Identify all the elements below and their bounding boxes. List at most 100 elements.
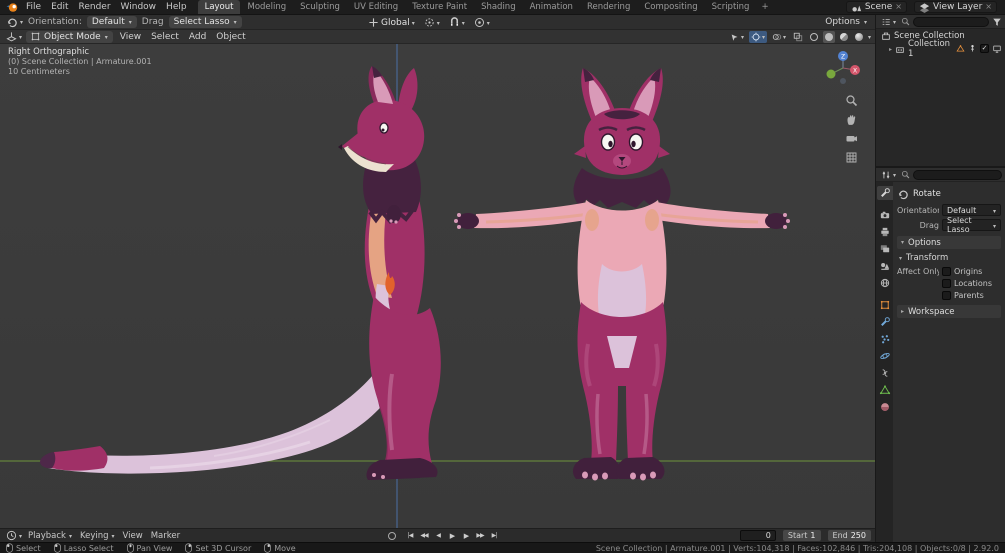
menu-window[interactable]: Window (116, 2, 162, 12)
pan-hand-icon[interactable] (845, 113, 858, 126)
properties-tab-object-data-icon[interactable] (877, 383, 893, 397)
frame-start-field[interactable]: Start 1 (782, 530, 821, 541)
properties-tab-view-layer-icon[interactable] (877, 242, 893, 256)
filter-icon[interactable] (992, 17, 1002, 27)
menu-playback[interactable]: Playback (24, 531, 76, 541)
tab-uv-editing[interactable]: UV Editing (347, 0, 405, 14)
jump-to-end-button[interactable]: ▶| (488, 531, 500, 540)
tab-texture-paint[interactable]: Texture Paint (405, 0, 474, 14)
expand-arrow-icon[interactable] (889, 44, 892, 54)
properties-tab-tool-icon[interactable] (876, 186, 893, 200)
overlays-toggle[interactable] (770, 31, 788, 43)
properties-tab-output-icon[interactable] (877, 225, 893, 239)
menu-render[interactable]: Render (74, 2, 116, 12)
add-workspace-button[interactable]: + (756, 2, 773, 12)
workspace-section-header[interactable]: Workspace (897, 305, 1001, 318)
menu-select[interactable]: Select (146, 32, 184, 42)
pivot-point-dropdown[interactable] (422, 17, 442, 29)
shading-material-button[interactable] (838, 31, 850, 43)
menu-keying[interactable]: Keying (76, 531, 119, 541)
outliner-search-input[interactable] (913, 16, 989, 27)
unlink-scene-icon[interactable] (895, 2, 902, 12)
current-frame-field[interactable]: 0 (739, 530, 776, 541)
tab-compositing[interactable]: Compositing (637, 0, 704, 14)
menu-view[interactable]: View (115, 32, 146, 42)
transform-orientation-dropdown[interactable]: Global (366, 17, 417, 29)
auto-keying-record-button[interactable] (388, 532, 396, 540)
play-reverse-button[interactable]: ▶ (446, 531, 458, 541)
transform-section-header[interactable]: Transform (897, 252, 1001, 264)
drag-dropdown[interactable]: Select Lasso (168, 16, 242, 28)
menu-file[interactable]: File (21, 2, 46, 12)
svg-text:X: X (853, 68, 857, 75)
timeline-editor-dropdown[interactable] (4, 530, 24, 542)
options-dropdown[interactable]: Options (821, 17, 871, 27)
menu-edit[interactable]: Edit (46, 2, 73, 12)
tab-animation[interactable]: Animation (523, 0, 580, 14)
menu-object[interactable]: Object (211, 32, 250, 42)
proportional-editing-dropdown[interactable] (472, 17, 492, 29)
properties-tab-object-icon[interactable] (877, 298, 893, 312)
menu-timeline-view[interactable]: View (119, 531, 147, 541)
properties-tab-physics-icon[interactable] (877, 349, 893, 363)
remove-view-layer-icon[interactable] (985, 2, 992, 12)
shading-solid-button[interactable] (822, 30, 835, 43)
tab-sculpting[interactable]: Sculpting (293, 0, 347, 14)
properties-tab-render-icon[interactable] (877, 208, 893, 222)
outliner-editor-dropdown[interactable] (879, 16, 898, 28)
locations-checkbox[interactable] (942, 279, 951, 288)
viewport-canvas[interactable]: Right Orthographic (0) Scene Collection … (0, 44, 875, 528)
tab-scripting[interactable]: Scripting (705, 0, 757, 14)
toggle-ortho-grid-icon[interactable] (845, 151, 858, 164)
options-section-header[interactable]: Options (897, 236, 1001, 249)
properties-tab-particles-icon[interactable] (877, 332, 893, 346)
active-tool-dropdown[interactable] (4, 16, 25, 28)
navigation-axis-gizmo[interactable]: Z X (823, 48, 863, 88)
frame-end-field[interactable]: End 250 (827, 530, 871, 541)
jump-to-start-button[interactable]: |◀ (404, 531, 416, 540)
play-button[interactable]: ▶ (460, 531, 472, 541)
view-layer-selector[interactable]: View Layer (913, 1, 997, 13)
properties-editor-dropdown[interactable] (879, 169, 898, 181)
menu-help[interactable]: Help (161, 2, 192, 12)
tool-orientation-dropdown[interactable]: Default (942, 204, 1001, 216)
object-visibility-dropdown[interactable] (728, 31, 746, 43)
properties-tab-material-icon[interactable] (877, 400, 893, 414)
outliner-row-collection-1[interactable]: Collection 1 (876, 39, 1005, 59)
properties-tab-constraints-icon[interactable] (877, 366, 893, 380)
scene-selector[interactable]: Scene (845, 1, 907, 13)
camera-view-icon[interactable] (845, 132, 858, 145)
orientation-dropdown[interactable]: Default (86, 16, 137, 28)
tab-shading[interactable]: Shading (474, 0, 523, 14)
next-keyframe-button[interactable]: ▶▶ (474, 531, 486, 540)
mode-dropdown[interactable]: Object Mode (26, 30, 113, 43)
previous-frame-button[interactable]: ◀ (432, 531, 444, 540)
xray-toggle[interactable] (791, 31, 805, 43)
chevron-down-icon (105, 32, 108, 42)
menu-add[interactable]: Add (184, 32, 211, 42)
collection-checkbox[interactable] (980, 44, 989, 53)
character-side-view[interactable] (40, 66, 441, 480)
properties-tab-world-icon[interactable] (877, 276, 893, 290)
tab-layout[interactable]: Layout (197, 0, 241, 14)
render-visibility-icon[interactable] (992, 44, 1002, 54)
tool-drag-dropdown[interactable]: Select Lasso (942, 216, 1001, 234)
character-front-view[interactable] (454, 68, 790, 481)
properties-tab-modifiers-icon[interactable] (877, 315, 893, 329)
previous-keyframe-button[interactable]: ◀◀ (418, 531, 430, 540)
tab-rendering[interactable]: Rendering (580, 0, 637, 14)
shading-options-chevron-icon[interactable] (868, 32, 871, 42)
origins-checkbox[interactable] (942, 267, 951, 276)
parents-checkbox[interactable] (942, 291, 951, 300)
snapping-dropdown[interactable] (447, 17, 467, 29)
editor-type-dropdown[interactable] (4, 31, 24, 43)
menu-marker[interactable]: Marker (147, 531, 184, 541)
gizmos-toggle[interactable] (748, 30, 767, 43)
shading-wireframe-button[interactable] (808, 31, 820, 43)
properties-search-input[interactable] (913, 169, 1002, 180)
shading-rendered-button[interactable] (853, 31, 865, 43)
zoom-icon[interactable] (845, 94, 858, 107)
blender-logo-icon[interactable] (5, 0, 19, 14)
properties-tab-scene-icon[interactable] (877, 259, 893, 273)
tab-modeling[interactable]: Modeling (240, 0, 293, 14)
